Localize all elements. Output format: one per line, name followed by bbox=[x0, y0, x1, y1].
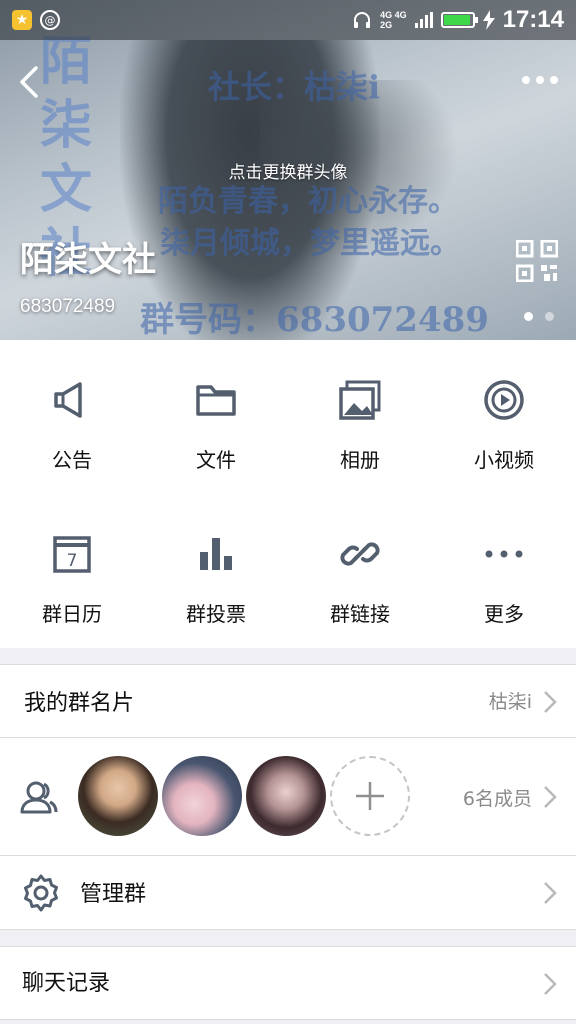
manage-group-label: 管理群 bbox=[80, 882, 147, 907]
group-id: 683072489 bbox=[20, 296, 116, 317]
my-group-card-row[interactable]: 我的群名片 枯柒i bbox=[0, 664, 576, 738]
signal-icon bbox=[414, 12, 433, 28]
member-avatar[interactable] bbox=[162, 756, 242, 836]
group-banner[interactable]: 陌柒文社 社长：枯柒i 陌负青春，初心永存。 柒月倾城，梦里遥远。 群号码：68… bbox=[0, 0, 576, 340]
feature-short-video[interactable]: 小视频 bbox=[432, 340, 576, 494]
folder-icon bbox=[196, 385, 236, 416]
notification-star-icon: ★ bbox=[12, 10, 32, 30]
more-dots-icon bbox=[485, 550, 523, 558]
banner-pager bbox=[524, 312, 554, 321]
member-avatar[interactable] bbox=[78, 756, 158, 836]
calendar-icon: 7 bbox=[53, 536, 91, 573]
megaphone-icon bbox=[54, 382, 82, 418]
gear-icon bbox=[24, 874, 58, 912]
group-name: 陌柒文社 bbox=[20, 240, 156, 280]
my-group-card-value: 枯柒i bbox=[488, 691, 532, 713]
feature-files[interactable]: 文件 bbox=[144, 340, 288, 494]
feature-calendar[interactable]: 7 群日历 bbox=[0, 494, 144, 648]
feature-group-link[interactable]: 群链接 bbox=[288, 494, 432, 648]
feature-label: 群投票 bbox=[186, 602, 246, 626]
feature-label: 更多 bbox=[484, 602, 524, 626]
video-play-icon bbox=[484, 380, 524, 420]
chevron-right-icon bbox=[544, 691, 557, 713]
feature-more[interactable]: 更多 bbox=[432, 494, 576, 648]
member-avatar[interactable] bbox=[246, 756, 326, 836]
banner-watermark-line2: 柒月倾城，梦里遥远。 bbox=[160, 226, 460, 261]
more-options-icon[interactable] bbox=[520, 66, 560, 94]
headphones-icon bbox=[354, 12, 371, 28]
clock: 17:14 bbox=[502, 6, 564, 33]
back-icon[interactable] bbox=[14, 64, 48, 100]
charging-icon bbox=[482, 10, 495, 30]
feature-label: 小视频 bbox=[474, 448, 534, 472]
feature-label: 文件 bbox=[196, 448, 236, 472]
chevron-right-icon bbox=[544, 973, 557, 995]
plus-icon bbox=[356, 782, 384, 810]
feature-album[interactable]: 相册 bbox=[288, 340, 432, 494]
manage-group-row[interactable]: 管理群 bbox=[0, 856, 576, 930]
pager-dot bbox=[545, 312, 554, 321]
members-icon bbox=[20, 781, 58, 814]
chat-history-label: 聊天记录 bbox=[22, 971, 111, 996]
feature-label: 群链接 bbox=[330, 602, 390, 626]
chat-history-row[interactable]: 聊天记录 bbox=[0, 946, 576, 1020]
feature-vote[interactable]: 群投票 bbox=[144, 494, 288, 648]
photo-album-icon bbox=[339, 380, 381, 420]
qr-code-icon[interactable] bbox=[516, 240, 558, 282]
feature-label: 相册 bbox=[340, 448, 380, 472]
member-count: 6名成员 bbox=[462, 788, 532, 810]
bar-chart-icon bbox=[200, 538, 232, 570]
change-avatar-hint[interactable]: 点击更换群头像 bbox=[0, 158, 576, 183]
my-group-card-label: 我的群名片 bbox=[24, 691, 135, 716]
svg-text:7: 7 bbox=[67, 551, 78, 571]
members-row[interactable]: 6名成员 bbox=[0, 738, 576, 856]
link-icon bbox=[340, 542, 380, 566]
feature-label: 公告 bbox=[52, 448, 92, 472]
chevron-right-icon bbox=[544, 786, 557, 808]
battery-icon bbox=[440, 12, 478, 28]
notification-at-icon: @ bbox=[40, 10, 60, 30]
chevron-right-icon bbox=[544, 882, 557, 904]
feature-grid: 公告 文件 相册 小视频 7 群日历 群投票 群链接 更多 bbox=[0, 340, 576, 648]
battery-level bbox=[443, 15, 471, 25]
pager-dot bbox=[524, 312, 533, 321]
feature-announcement[interactable]: 公告 bbox=[0, 340, 144, 494]
banner-watermark-group-no: 群号码：683072489 bbox=[140, 300, 489, 340]
add-member-button[interactable] bbox=[330, 756, 410, 836]
banner-watermark-leader: 社长：枯柒i bbox=[208, 68, 381, 106]
feature-label: 群日历 bbox=[42, 602, 102, 626]
status-bar: ★ @ 4G 4G 2G 17:14 bbox=[0, 0, 576, 40]
network-indicator: 4G 4G 2G bbox=[380, 10, 407, 30]
